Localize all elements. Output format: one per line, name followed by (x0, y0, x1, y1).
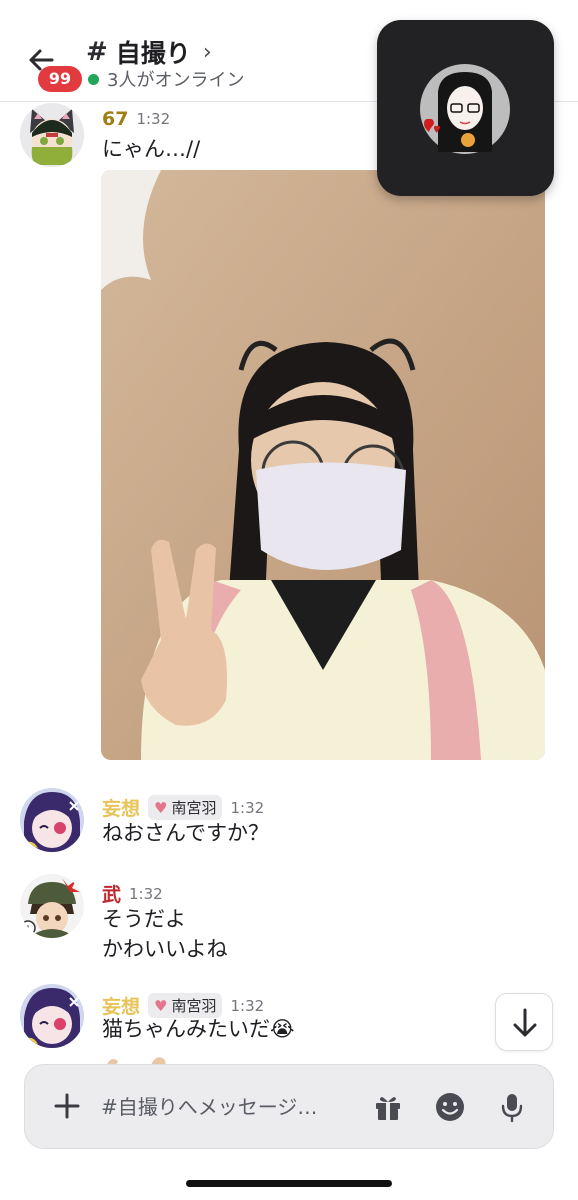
username[interactable]: 武 (102, 880, 121, 907)
channel-hash-icon: # (86, 37, 108, 67)
soldier-avatar-icon: 1 (20, 874, 84, 938)
gift-icon (376, 1097, 400, 1120)
attach-button[interactable] (51, 1090, 83, 1122)
message-text: ねおさんですか？ (102, 821, 269, 845)
chevron-right-icon: › (202, 39, 212, 65)
role-name: 南宮羽 (171, 997, 217, 1015)
anime-girl-avatar-icon (20, 984, 84, 1048)
avatar[interactable] (20, 788, 84, 852)
username[interactable]: 67 (102, 108, 128, 130)
timestamp: 1:32 (129, 884, 163, 903)
message-text: そうだよ (102, 907, 186, 931)
voice-call-window[interactable] (377, 20, 554, 196)
scroll-to-bottom-button[interactable] (495, 993, 553, 1051)
selfie-photo (101, 170, 545, 760)
heart-icon: ♥ (154, 798, 168, 817)
message-composer (24, 1064, 554, 1149)
arrow-down-icon (513, 1008, 537, 1037)
caller-avatar-icon (420, 64, 510, 154)
cat-ear-avatar-icon (20, 103, 84, 167)
online-status: 3人がオンライン (88, 66, 244, 92)
timestamp: 1:32 (230, 798, 265, 817)
avatar[interactable] (20, 103, 84, 167)
voice-message-button[interactable] (495, 1090, 529, 1124)
avatar[interactable]: 1 (20, 874, 84, 938)
plus-icon (54, 1093, 80, 1119)
channel-title[interactable]: # 自撮り › (86, 34, 212, 70)
unread-badge: 99 (38, 66, 82, 92)
online-count: 3人がオンライン (107, 70, 245, 91)
message-meta: 武 1:32 (102, 880, 163, 907)
timestamp: 1:32 (230, 996, 265, 1015)
anime-girl-avatar-icon (20, 788, 84, 852)
gift-button[interactable] (371, 1090, 405, 1124)
online-dot-icon (88, 73, 99, 85)
svg-text:1: 1 (25, 925, 31, 935)
avatar[interactable] (20, 984, 84, 1048)
image-attachment[interactable] (101, 170, 545, 760)
message-meta: 67 1:32 (102, 108, 170, 130)
role-name: 南宮羽 (171, 799, 217, 817)
message-text: かわいいよね (102, 937, 228, 961)
message-input[interactable] (101, 1091, 351, 1123)
timestamp: 1:32 (136, 110, 171, 128)
caller-avatar (418, 62, 512, 156)
username[interactable]: 妄想 (102, 794, 140, 821)
emoji-button[interactable] (433, 1090, 467, 1124)
channel-name: 自撮り (115, 39, 191, 68)
message-text: にゃん…// (102, 137, 201, 161)
home-indicator[interactable] (186, 1180, 392, 1187)
microphone-icon (501, 1094, 523, 1123)
message-meta: 妄想 ♥ 南宮羽 1:32 (102, 794, 264, 821)
emoji-icon (436, 1093, 464, 1121)
heart-icon: ♥ (154, 996, 168, 1015)
role-tag[interactable]: ♥ 南宮羽 (148, 795, 223, 820)
message-text: 猫ちゃんみたいだ😭 (102, 1017, 295, 1041)
